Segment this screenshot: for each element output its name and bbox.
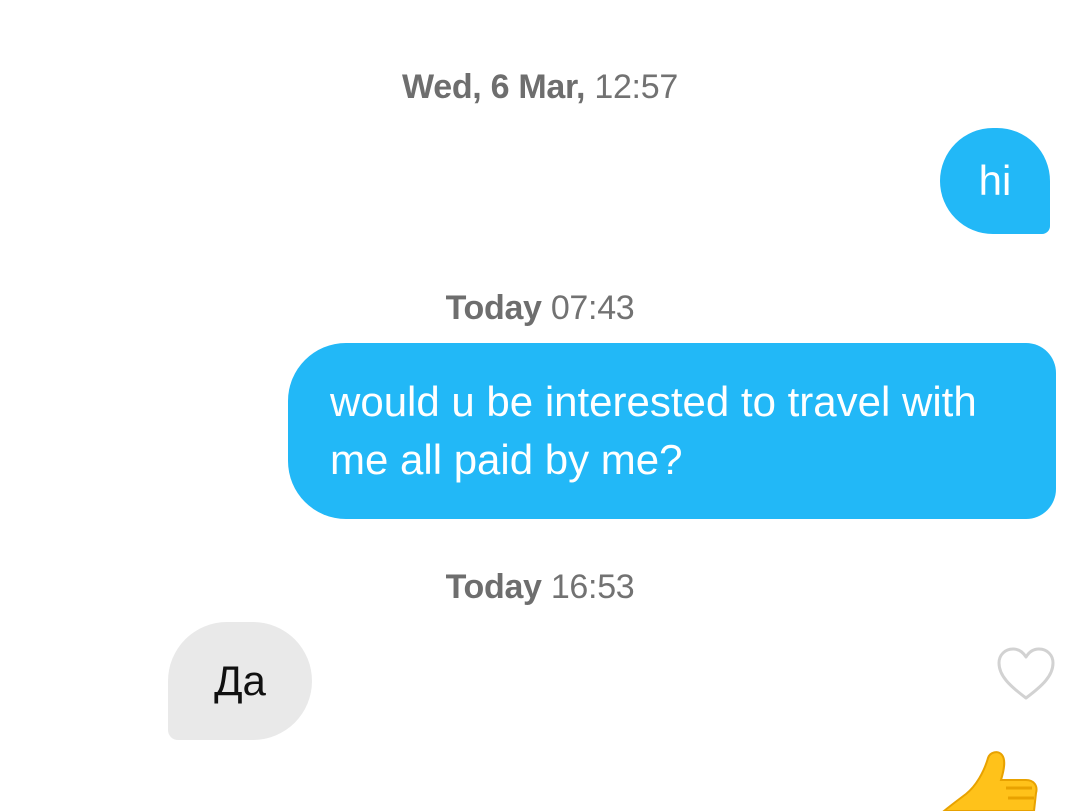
timestamp-separator [542,289,551,327]
timestamp-separator [542,568,551,606]
heart-outline-icon[interactable] [996,646,1056,702]
message-text: would u be interested to travel with me … [330,378,977,483]
timestamp: Wed, 6 Mar, 12:57 [0,68,1080,107]
message-text: hi [978,157,1012,204]
timestamp-day: Wed, 6 Mar [402,68,577,106]
incoming-message-bubble[interactable]: Да [168,622,312,740]
outgoing-message-bubble[interactable]: hi [940,128,1050,234]
outgoing-message-bubble[interactable]: would u be interested to travel with me … [288,343,1056,519]
timestamp: Today 07:43 [0,289,1080,328]
message-text: Да [214,657,266,704]
timestamp: Today 16:53 [0,568,1080,607]
timestamp-time: 12:57 [594,68,678,106]
thumbs-up-emoji-icon-graphic [942,751,1038,811]
thumbs-up-emoji-icon[interactable] [936,748,1046,811]
timestamp-time: 07:43 [550,289,635,327]
timestamp-day: Today [445,568,542,606]
timestamp-day: Today [445,289,542,327]
timestamp-time: 16:53 [550,568,635,606]
timestamp-separator: , [576,68,595,106]
chat-thread: Wed, 6 Mar, 12:57 hi Today 07:43 would u… [0,0,1080,811]
heart-outline-icon-graphic [997,647,1055,700]
